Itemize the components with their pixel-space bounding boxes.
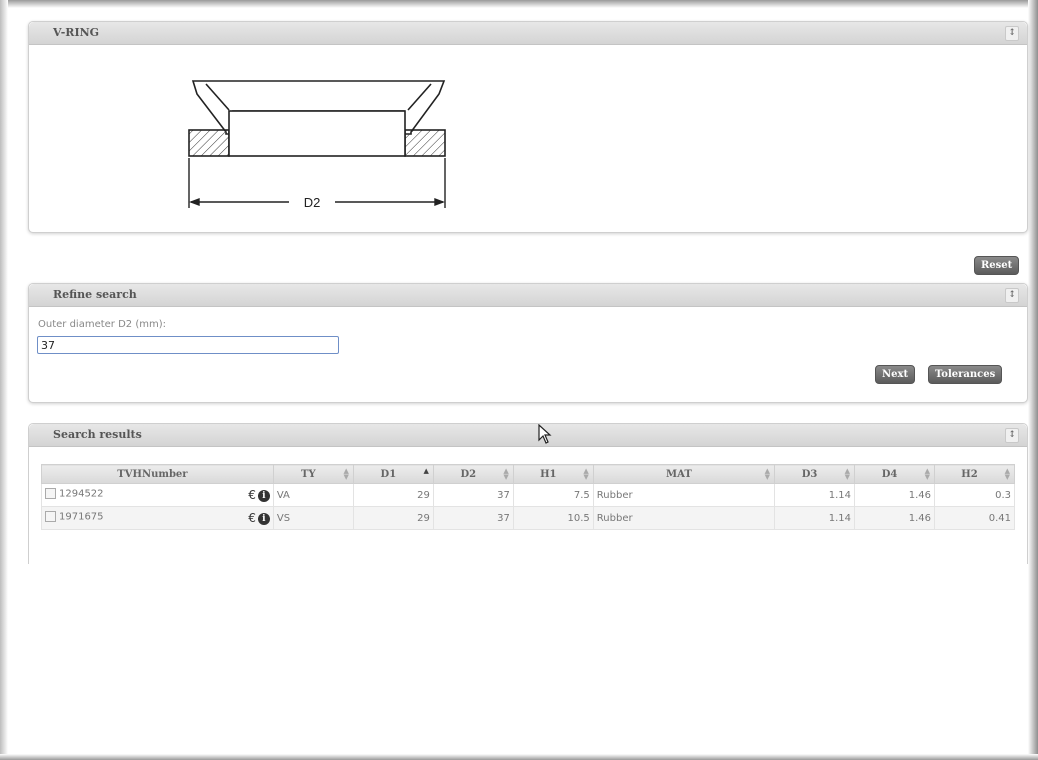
row-actions: € i <box>248 488 270 502</box>
outer-diameter-label: Outer diameter D2 (mm): <box>38 319 166 330</box>
results-collapse-icon[interactable]: ↕ <box>1005 428 1019 443</box>
ty-cell: VS <box>272 506 354 530</box>
d2-cell: 37 <box>432 483 514 507</box>
window-bottom-edge <box>0 754 1038 760</box>
table-row[interactable]: 1971675 € i VS 29 37 10.5 Rubber 1.14 1.4… <box>41 506 1015 530</box>
d3-cell: 1.14 <box>774 483 856 507</box>
vring-panel-header: V-RING ↕ <box>29 22 1027 45</box>
window-left-edge <box>0 0 8 760</box>
row-actions: € i <box>248 511 270 525</box>
sort-icon: ▲ ▼ <box>764 466 771 481</box>
sort-icon: ▲ ▼ <box>924 466 930 481</box>
d3-cell: 1.14 <box>774 506 856 530</box>
ty-cell: VA <box>272 483 354 507</box>
mat-cell: Rubber <box>592 506 776 530</box>
col-header-h1[interactable]: H1 ▲ ▼ <box>512 464 594 484</box>
col-header-tvhnumber[interactable]: TVHNumber <box>41 464 274 484</box>
d1-cell: 29 <box>352 506 434 530</box>
d2-dimension-label: D2 <box>304 195 321 210</box>
vring-collapse-icon[interactable]: ↕ <box>1005 26 1019 41</box>
col-header-h2[interactable]: H2 ▲ ▼ <box>934 464 1015 484</box>
col-header-mat[interactable]: MAT ▲ ▼ <box>592 464 776 484</box>
vring-diagram: D2 <box>188 80 446 210</box>
tolerances-button[interactable]: Tolerances <box>928 365 1003 384</box>
search-results-panel: Search results ↕ TVHNumber TY ▲ ▼ D1 ▲ D2 ▲ ▼… <box>28 423 1028 564</box>
d4-cell: 1.46 <box>854 506 935 530</box>
row-checkbox[interactable] <box>45 511 56 522</box>
euro-icon[interactable]: € <box>248 511 256 525</box>
refine-search-title: Refine search <box>53 288 137 301</box>
euro-icon[interactable]: € <box>248 488 256 502</box>
d2-cell: 37 <box>432 506 514 530</box>
info-icon[interactable]: i <box>257 490 270 502</box>
d1-cell: 29 <box>352 483 434 507</box>
window-right-edge <box>1028 0 1038 760</box>
sort-icon: ▲ ▼ <box>343 466 349 481</box>
mouse-cursor-icon <box>538 424 552 444</box>
row-checkbox[interactable] <box>45 488 56 499</box>
tvhnumber-cell: 1294522 € i <box>41 483 274 507</box>
mat-cell: Rubber <box>592 483 776 507</box>
col-header-d1[interactable]: D1 ▲ <box>352 464 434 484</box>
sort-icon: ▲ ▼ <box>583 466 589 481</box>
h1-cell: 10.5 <box>512 506 594 530</box>
outer-diameter-input[interactable] <box>37 336 339 354</box>
results-table-viewport: TVHNumber TY ▲ ▼ D1 ▲ D2 ▲ ▼ H1 ▲ ▼ MAT ▲ ▼ D3 ▲ ▼ … <box>29 447 1027 537</box>
sort-icon: ▲ ▼ <box>503 466 509 481</box>
col-header-d3[interactable]: D3 ▲ ▼ <box>774 464 856 484</box>
next-button[interactable]: Next <box>875 365 916 384</box>
refine-search-header: Refine search ↕ <box>29 284 1027 307</box>
refine-collapse-icon[interactable]: ↕ <box>1005 288 1019 303</box>
h1-cell: 7.5 <box>512 483 594 507</box>
d4-cell: 1.46 <box>854 483 935 507</box>
tvhnumber-cell: 1971675 € i <box>41 506 274 530</box>
col-header-d2[interactable]: D2 ▲ ▼ <box>432 464 514 484</box>
results-header-row: TVHNumber TY ▲ ▼ D1 ▲ D2 ▲ ▼ H1 ▲ ▼ MAT ▲ ▼ D3 ▲ ▼ … <box>41 464 1015 484</box>
reset-button[interactable]: Reset <box>974 256 1020 275</box>
search-results-title: Search results <box>53 428 142 441</box>
table-row[interactable]: 1294522 € i VA 29 37 7.5 Rubber 1.14 1.46… <box>41 483 1015 507</box>
sort-icon: ▲ ▼ <box>1004 466 1010 481</box>
sort-ascending-icon: ▲ <box>423 466 429 475</box>
h2-cell: 0.41 <box>934 506 1015 530</box>
vring-panel: V-RING ↕ D2 <box>28 21 1028 233</box>
h2-cell: 0.3 <box>934 483 1015 507</box>
refine-search-panel: Refine search ↕ Outer diameter D2 (mm): … <box>28 283 1028 403</box>
col-header-d4[interactable]: D4 ▲ ▼ <box>854 464 935 484</box>
search-results-header: Search results ↕ <box>29 424 1027 447</box>
results-table: TVHNumber TY ▲ ▼ D1 ▲ D2 ▲ ▼ H1 ▲ ▼ MAT ▲ ▼ D3 ▲ ▼ … <box>41 464 1015 530</box>
vring-profile-shape <box>188 80 446 157</box>
sort-icon: ▲ ▼ <box>844 466 851 481</box>
window-top-shadow <box>0 0 1038 8</box>
col-header-ty[interactable]: TY ▲ ▼ <box>272 464 354 484</box>
vring-panel-title: V-RING <box>53 26 100 39</box>
info-icon[interactable]: i <box>257 513 270 525</box>
